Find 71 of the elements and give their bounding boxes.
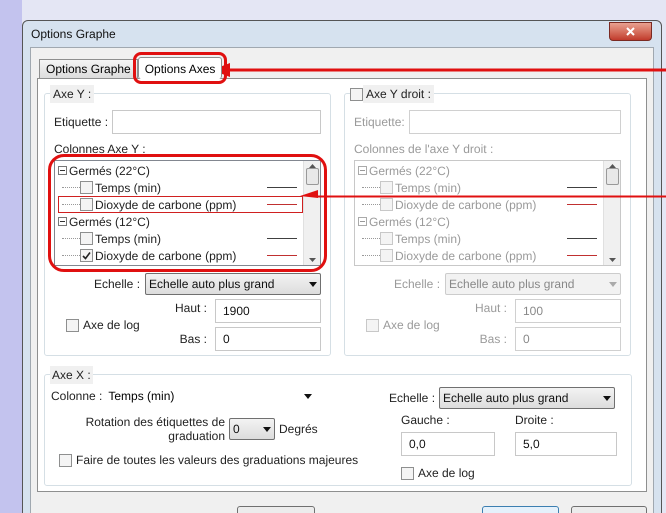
- scroll-thumb[interactable]: [306, 168, 318, 185]
- window-title: Options Graphe: [31, 26, 116, 43]
- collapse-icon[interactable]: [58, 166, 67, 175]
- tab[interactable]: Options Graphe: [39, 59, 138, 78]
- input-field[interactable]: 5,0: [515, 432, 617, 456]
- field-label: Echelle :: [389, 390, 436, 407]
- field-label: Rotation des étiquettes de graduation: [84, 415, 225, 443]
- scroll-thumb[interactable]: [606, 168, 618, 185]
- field-label: Etiquette :: [54, 114, 108, 131]
- field-label: Colonne :: [51, 388, 102, 405]
- field-label: Colonnes Axe Y :: [54, 141, 147, 158]
- tree-item[interactable]: Temps (min): [95, 178, 261, 196]
- checkbox[interactable]: [380, 249, 393, 262]
- checkbox[interactable]: [80, 232, 93, 245]
- field-label: Droite :: [515, 412, 555, 429]
- caret-icon: [609, 282, 617, 286]
- checkbox[interactable]: [380, 181, 393, 194]
- tree-item[interactable]: Dioxyde de carbone (ppm): [95, 246, 261, 264]
- caret-icon: [309, 282, 317, 286]
- checkmark-icon: [82, 251, 91, 260]
- dropdown[interactable]: Echelle auto plus grand: [439, 387, 616, 409]
- checkbox-label: Axe de log: [418, 465, 475, 482]
- field-label: Echelle :: [394, 276, 440, 293]
- scrollbar[interactable]: [303, 161, 320, 265]
- checkbox[interactable]: [80, 249, 93, 262]
- scroll-down-icon[interactable]: [308, 258, 316, 262]
- checkbox-label: Faire de toutes les valeurs des graduations majeures: [76, 452, 358, 469]
- group-title: Axe Y droit :: [363, 85, 434, 103]
- checkbox[interactable]: [350, 88, 363, 100]
- input-field[interactable]: 1900: [215, 299, 321, 323]
- checkbox-label: Axe de log: [383, 317, 440, 334]
- field-label: Bas :: [178, 331, 207, 348]
- collapse-icon[interactable]: [58, 217, 67, 226]
- checkbox[interactable]: [380, 198, 393, 211]
- field-label: Echelle :: [94, 276, 140, 293]
- field-label: Haut :: [474, 300, 507, 317]
- caret-icon: [263, 426, 271, 432]
- checkbox[interactable]: [380, 232, 393, 245]
- checkbox-label: Axe de log: [83, 317, 140, 334]
- tree-group[interactable]: Germés (22°C): [69, 162, 150, 180]
- checkbox[interactable]: [80, 198, 93, 211]
- checkbox[interactable]: [401, 466, 414, 480]
- field-label: Gauche :: [401, 412, 451, 429]
- input-field[interactable]: [408, 110, 621, 134]
- tree-item[interactable]: Temps (min): [95, 230, 261, 248]
- input-field[interactable]: 0: [215, 327, 321, 351]
- checkbox[interactable]: [366, 318, 379, 332]
- input-field[interactable]: [112, 110, 321, 134]
- dropdown[interactable]: Echelle auto plus grand: [145, 273, 321, 295]
- field-label: Colonnes de l'axe Y droit :: [354, 141, 494, 158]
- tree-group[interactable]: Germés (12°C): [69, 212, 150, 230]
- field-label: Bas :: [478, 331, 507, 348]
- caret-icon: [603, 396, 612, 400]
- group-title: Axe X :: [50, 366, 93, 384]
- unit-label: Degrés: [279, 421, 318, 438]
- input-field[interactable]: 100: [515, 299, 621, 323]
- dropdown[interactable]: 0: [229, 418, 275, 440]
- checkbox[interactable]: [59, 454, 72, 466]
- checkbox[interactable]: [66, 318, 79, 332]
- field-label: Haut :: [174, 300, 207, 317]
- input-field[interactable]: 0: [515, 327, 621, 351]
- close-icon: [626, 27, 635, 36]
- close-button[interactable]: [609, 22, 652, 41]
- caret-icon: [304, 394, 312, 398]
- group-title: Axe Y :: [50, 85, 94, 103]
- scrollbar[interactable]: [603, 161, 620, 265]
- input-field[interactable]: 0,0: [401, 432, 495, 456]
- field-label: Etiquette:: [354, 114, 405, 131]
- scroll-down-icon[interactable]: [608, 258, 616, 262]
- checkbox[interactable]: [80, 181, 93, 194]
- tree-item[interactable]: Dioxyde de carbone (ppm): [95, 196, 261, 214]
